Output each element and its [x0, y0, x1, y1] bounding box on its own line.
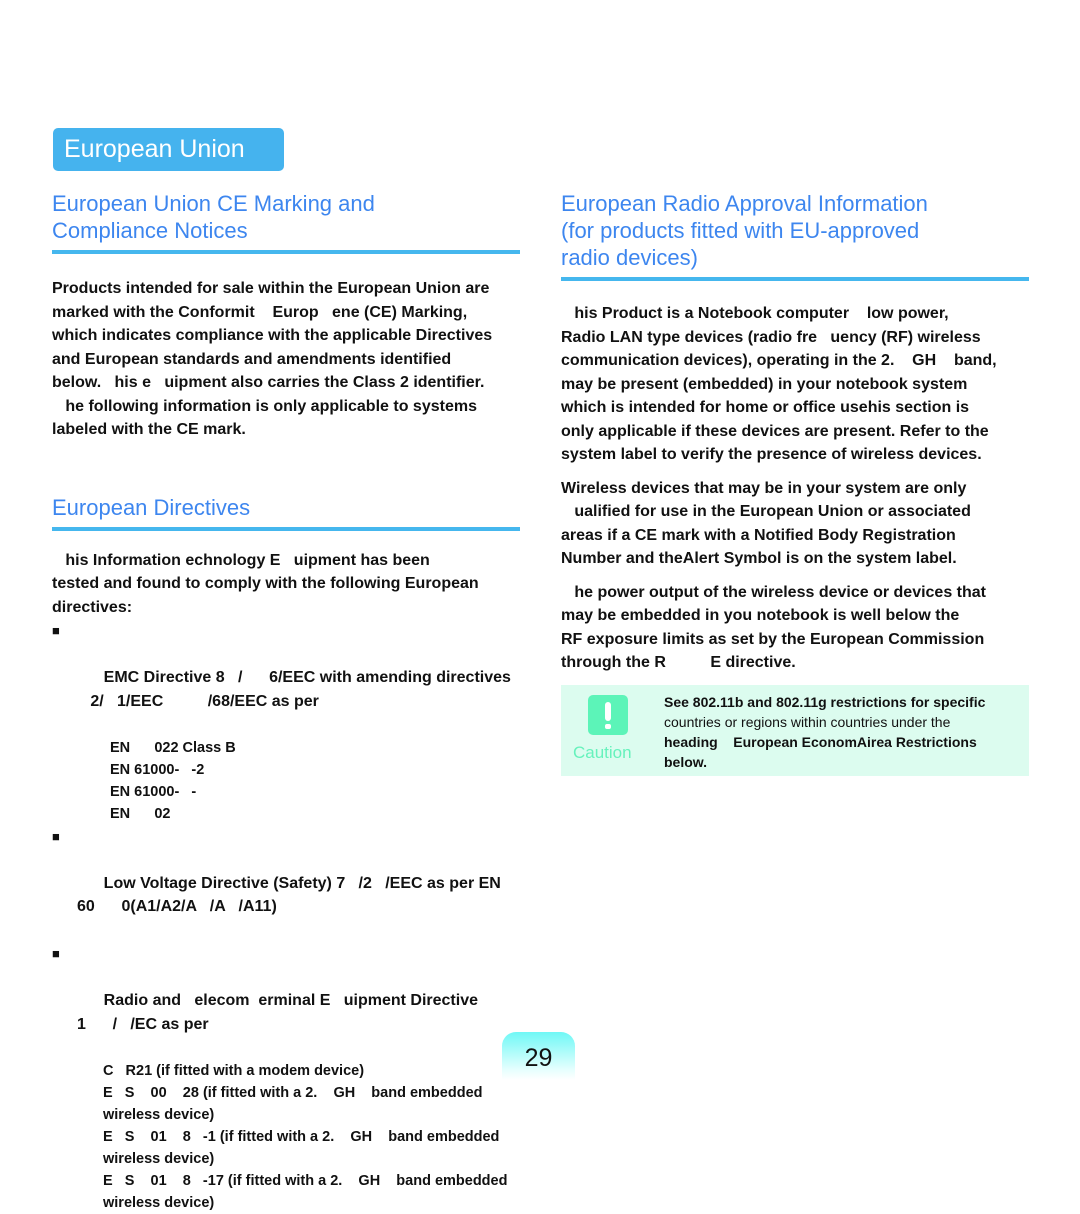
standard-item: EN 02 [110, 805, 171, 822]
directive-bullet-low-voltage: ■ Low Voltage Directive (Safety) 7 /2 /E… [52, 825, 552, 943]
radio-paragraph-2: Wireless devices that may be in your sys… [561, 479, 971, 568]
radio-title-line-1: European Radio Approval Information [561, 191, 928, 216]
standard-item: EN 022 Class B [110, 739, 236, 756]
directive-bullet-emc: ■ EMC Directive 8 / 6/EEC with amending … [52, 619, 552, 737]
directives-section-title: European Directives [52, 494, 251, 520]
standard-item: E S 00 28 (if fitted with a 2. GH band e… [52, 1082, 552, 1126]
section-divider [52, 250, 520, 254]
directive-text: EMC Directive 8 / 6/EEC with amending di… [90, 669, 511, 710]
radio-paragraph-1: his Product is a Notebook computer low p… [561, 305, 997, 463]
radio-paragraph-3: he power output of the wireless device o… [561, 583, 986, 672]
ce-title-line-2: Compliance Notices [52, 218, 248, 243]
radio-title-line-2: (for products fitted with EU-approved [561, 218, 920, 243]
directive-text: Low Voltage Directive (Safety) 7 /2 /EEC… [77, 874, 501, 916]
section-divider [561, 277, 1029, 281]
ce-title-line-1: European Union CE Marking and [52, 191, 375, 216]
caution-box: Caution See 802.11b and 802.11g restrict… [561, 685, 1029, 776]
standard-item: EN 61000- - [110, 783, 197, 800]
right-column: European Radio Approval Information (for… [561, 190, 1066, 675]
bullet-square-icon: ■ [52, 946, 60, 961]
caution-line-1: See 802.11b and 802.11g restrictions for… [664, 694, 986, 710]
standard-item: E S 01 8 -1 (if fitted with a 2. GH band… [52, 1126, 552, 1170]
section-divider [52, 526, 520, 531]
radio-section-title: European Radio Approval Information (for… [561, 190, 1066, 271]
ce-section-title: European Union CE Marking and Compliance… [52, 190, 552, 244]
ce-paragraph: Products intended for sale within the Eu… [52, 280, 493, 438]
standard-item: EN 61000- -2 [110, 761, 205, 778]
directive-text: Radio and elecom erminal E uipment Direc… [77, 992, 478, 1033]
ce-marking-section: European Union CE Marking and Compliance… [52, 190, 552, 442]
directives-section: European Directives his Information echn… [52, 494, 552, 1214]
caution-line-2: countries or regions within countries un… [664, 714, 951, 730]
standard-text: E S 01 8 -17 (if fitted with a 2. GH ban… [103, 1172, 508, 1211]
section-tab-title: European Union [64, 135, 245, 163]
directive-bullet-radio: ■ Radio and elecom erminal E uipment Dir… [52, 942, 552, 1060]
caution-line-4: below. [664, 754, 708, 770]
caution-label: Caution [573, 743, 632, 762]
page-number-text: 29 [524, 1044, 553, 1072]
left-column: European Union CE Marking and Compliance… [52, 190, 552, 1214]
exclamation-icon [588, 695, 628, 735]
standard-text: C R21 (if fitted with a modem device) [103, 1062, 365, 1079]
bullet-square-icon: ■ [52, 623, 60, 638]
standard-text: E S 01 8 -1 (if fitted with a 2. GH band… [103, 1128, 500, 1167]
caution-line-3-rest: European EconomAirea Restrictions [717, 734, 977, 750]
directives-intro: his Information echnology E uipment has … [52, 551, 479, 616]
standard-item: E S 01 8 -17 (if fitted with a 2. GH ban… [52, 1170, 552, 1214]
page-number: 29 [502, 1032, 575, 1080]
caution-line-3-heading: heading [664, 734, 718, 750]
standard-item: C R21 (if fitted with a modem device) [52, 1060, 552, 1082]
caution-text: See 802.11b and 802.11g restrictions for… [664, 692, 1024, 772]
standard-text: E S 00 28 (if fitted with a 2. GH band e… [103, 1084, 483, 1123]
bullet-square-icon: ■ [52, 828, 60, 844]
radio-title-line-3: radio devices) [561, 245, 698, 270]
section-tab: European Union [53, 128, 284, 171]
